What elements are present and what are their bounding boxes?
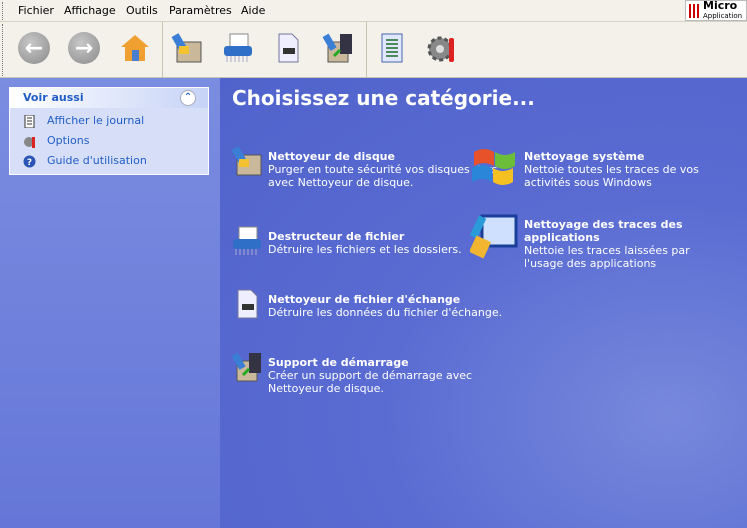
disk-cleaner-icon	[231, 146, 262, 176]
swap-file-icon	[278, 33, 299, 63]
menu-fichier[interactable]: Fichier	[18, 4, 54, 17]
panel-link-options[interactable]: Options	[47, 134, 89, 147]
category-desc: Nettoie toutes les traces de vos activit…	[524, 163, 699, 189]
boot-media-icon	[322, 33, 352, 63]
forward-icon: →	[68, 32, 100, 64]
boot-media-button[interactable]	[320, 30, 356, 66]
menu-parametres[interactable]: Paramètres	[169, 4, 232, 17]
settings-icon	[427, 36, 454, 62]
category-desc: Créer un support de démarrage avec Netto…	[268, 369, 473, 395]
home-icon	[121, 35, 149, 61]
panel-link-journal[interactable]: Afficher le journal	[47, 114, 144, 127]
category-desc: Détruire les données du fichier d'échang…	[268, 306, 503, 319]
windows-logo-icon	[472, 149, 515, 185]
shredder-button[interactable]	[220, 30, 256, 66]
category-title: Nettoyage système	[524, 150, 645, 163]
category-application-traces[interactable]: Nettoyage des traces des applications Ne…	[470, 214, 709, 270]
back-icon: ←	[18, 32, 50, 64]
see-also-panel: Voir aussi ⌃ Afficher le journal Options …	[9, 87, 209, 175]
journal-button[interactable]	[374, 30, 410, 66]
menu-affichage[interactable]: Affichage	[64, 4, 116, 17]
boot-media-icon	[231, 352, 261, 382]
settings-button[interactable]	[424, 30, 460, 66]
toolbar-grip[interactable]	[2, 24, 5, 76]
category-boot-media[interactable]: Support de démarrage Créer un support de…	[231, 352, 508, 395]
category-desc: Nettoie les traces laissées par l'usage …	[524, 244, 690, 270]
shredder-icon	[224, 33, 252, 62]
see-also-header[interactable]: Voir aussi ⌃	[10, 88, 208, 108]
swap-file-button[interactable]	[270, 30, 306, 66]
disk-cleaner-button[interactable]	[169, 30, 205, 66]
journal-icon	[381, 33, 403, 63]
menu-grip[interactable]	[2, 2, 5, 20]
see-also-title: Voir aussi	[23, 91, 84, 104]
toolbar: ← →	[0, 22, 747, 78]
journal-icon	[24, 115, 35, 128]
page-title: Choisissez une catégorie...	[232, 86, 535, 110]
forward-button[interactable]: →	[66, 30, 102, 66]
toolbar-separator	[366, 22, 367, 78]
micro-application-logo: Micro Application	[685, 0, 747, 21]
home-button[interactable]	[117, 30, 153, 66]
menu-outils[interactable]: Outils	[126, 4, 158, 17]
shredder-icon	[233, 226, 261, 255]
category-title: Nettoyage des traces des applications	[524, 218, 683, 244]
menu-bar: Fichier Affichage Outils Paramètres Aide…	[0, 0, 747, 22]
panel-link-guide[interactable]: Guide d'utilisation	[47, 154, 147, 167]
category-system-cleaning[interactable]: Nettoyage système Nettoie toutes les tra…	[472, 149, 714, 189]
help-icon: ?	[23, 155, 36, 168]
app-brush-icon	[470, 214, 518, 259]
category-swap-file-cleaner[interactable]: Nettoyeur de fichier d'échange Détruire …	[237, 289, 508, 319]
back-button[interactable]: ←	[16, 30, 52, 66]
disk-cleaner-icon	[171, 33, 202, 63]
category-title: Support de démarrage	[268, 356, 409, 369]
collapse-icon[interactable]: ⌃	[180, 90, 196, 106]
toolbar-separator	[162, 22, 163, 78]
menu-aide[interactable]: Aide	[241, 4, 265, 17]
swap-file-icon	[237, 289, 258, 319]
svg-text:?: ?	[27, 158, 32, 168]
sidebar: Voir aussi ⌃ Afficher le journal Options …	[0, 78, 220, 528]
options-icon	[24, 137, 35, 148]
category-title: Nettoyeur de fichier d'échange	[268, 293, 461, 306]
main-content: Choisissez une catégorie... Nettoyeur de…	[220, 78, 747, 528]
